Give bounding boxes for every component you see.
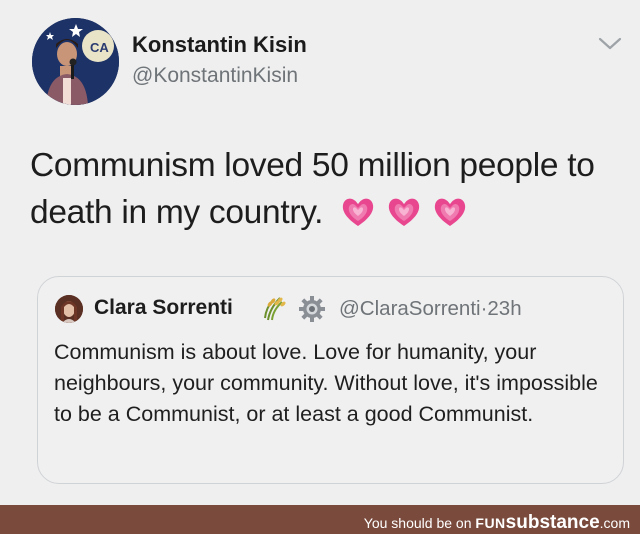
quoted-avatar-photo: [55, 295, 83, 323]
watermark-brand-rest: substance: [505, 512, 600, 533]
growing-heart-icon: [389, 198, 420, 226]
quoted-author-handle[interactable]: @ClaraSorrenti: [339, 297, 481, 320]
emoji-group: [340, 195, 468, 229]
tweet-body: Communism loved 50 million people to dea…: [30, 142, 630, 236]
watermark-suffix: .com: [599, 515, 630, 531]
quoted-timestamp[interactable]: 23h: [487, 297, 521, 320]
tweet-card: CA Konstantin Kisin @KonstantinKisin Com…: [0, 0, 640, 505]
avatar-photo: CA: [32, 18, 119, 105]
author-avatar[interactable]: CA: [32, 18, 119, 105]
quoted-tweet[interactable]: Clara Sorrenti @ClaraSorrenti·23h Commun…: [37, 276, 624, 484]
chevron-down-icon[interactable]: [596, 34, 624, 54]
quoted-author-avatar[interactable]: [55, 295, 83, 323]
watermark-brand-fun: FUN: [475, 515, 506, 531]
watermark-bar: You should be on FUNsubstance.com: [0, 505, 640, 534]
quoted-tweet-text: Communism is about love. Love for humani…: [54, 340, 598, 426]
watermark-prefix: You should be on: [363, 515, 476, 531]
author-handle[interactable]: @KonstantinKisin: [132, 64, 298, 88]
sheaf-of-rice-icon: [264, 297, 286, 321]
author-display-name[interactable]: Konstantin Kisin: [132, 32, 307, 58]
gear-icon: [299, 296, 325, 322]
svg-text:CA: CA: [90, 40, 109, 55]
quoted-author-meta: @ClaraSorrenti·23h: [339, 297, 522, 321]
watermark-text: You should be on FUNsubstance.com: [364, 512, 630, 534]
tweet-text: Communism loved 50 million people to dea…: [30, 147, 595, 231]
quoted-author-display-name[interactable]: Clara Sorrenti: [94, 296, 233, 320]
growing-heart-icon: [343, 198, 374, 226]
growing-heart-icon: [435, 198, 466, 226]
